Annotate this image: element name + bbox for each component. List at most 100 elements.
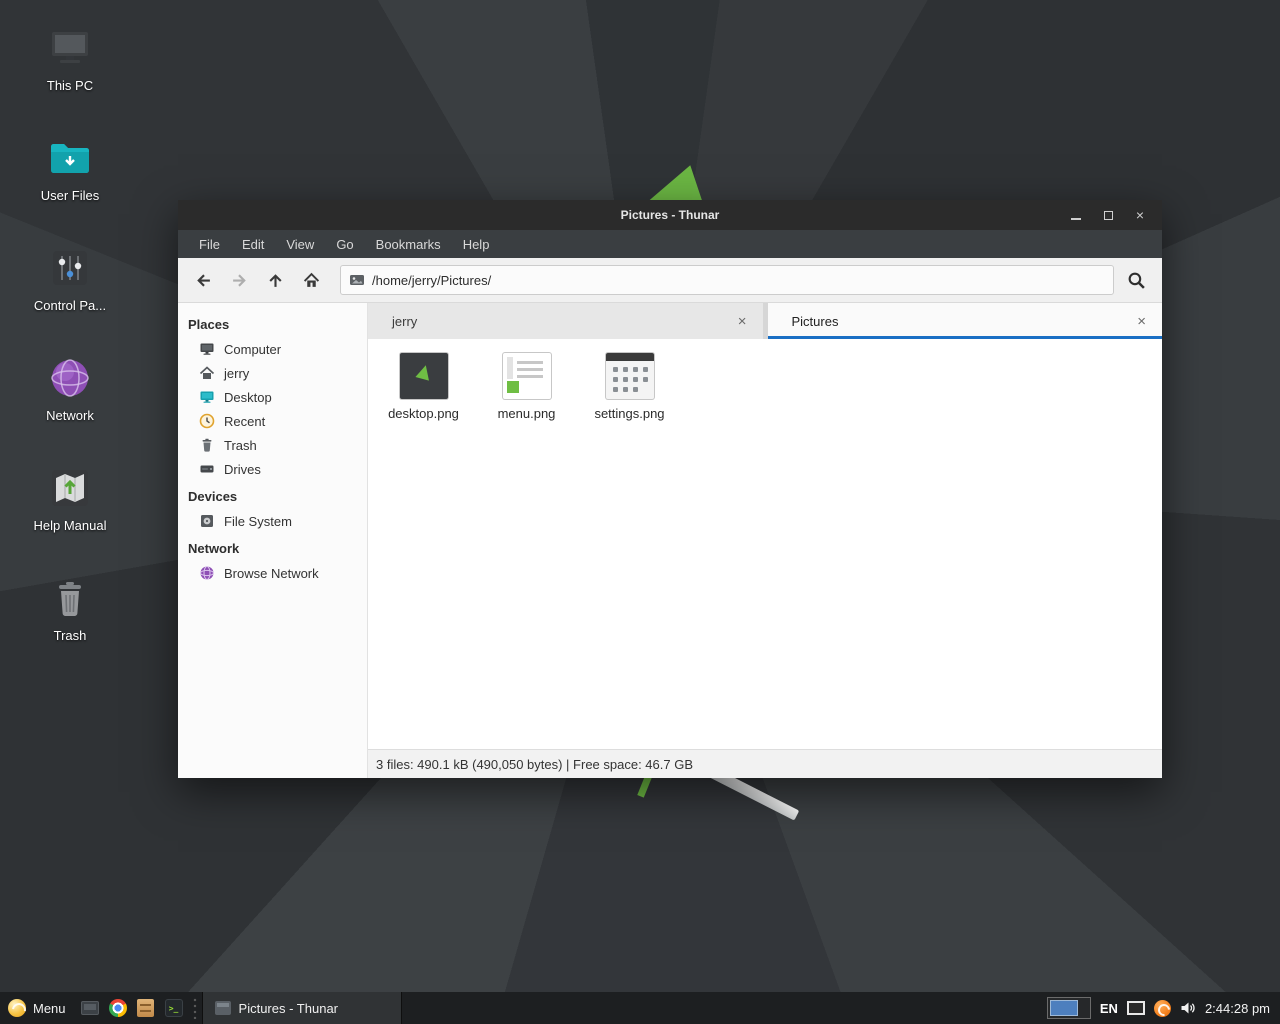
sidebar-header-places: Places bbox=[178, 309, 367, 337]
tab-pictures[interactable]: Pictures × bbox=[768, 303, 1163, 339]
terminal-icon bbox=[165, 999, 183, 1017]
sidebar-item-desktop[interactable]: Desktop bbox=[178, 385, 367, 409]
browser-launcher[interactable] bbox=[104, 992, 132, 1024]
control-panel-icon bbox=[46, 244, 94, 292]
menu-edit[interactable]: Edit bbox=[231, 230, 275, 258]
trash-icon bbox=[199, 437, 215, 453]
status-bar: 3 files: 490.1 kB (490,050 bytes) | Free… bbox=[368, 749, 1162, 778]
file-pane: jerry × Pictures × desktop.png bbox=[368, 303, 1162, 778]
desktop-icon-label: Help Manual bbox=[16, 518, 124, 533]
menu-go[interactable]: Go bbox=[325, 230, 364, 258]
window-controls: × bbox=[1060, 200, 1156, 230]
desktop-icon-control-panel[interactable]: Control Pa... bbox=[16, 244, 124, 313]
tab-bar: jerry × Pictures × bbox=[368, 303, 1162, 339]
menu-bookmarks[interactable]: Bookmarks bbox=[365, 230, 452, 258]
forward-button[interactable] bbox=[224, 265, 254, 295]
taskbar-window-button-thunar[interactable]: Pictures - Thunar bbox=[202, 992, 402, 1024]
pager-window-preview bbox=[1050, 1000, 1078, 1016]
window-title: Pictures - Thunar bbox=[621, 208, 720, 222]
minimize-button[interactable] bbox=[1060, 200, 1092, 230]
search-button[interactable] bbox=[1120, 264, 1152, 296]
sidebar-item-drives[interactable]: Drives bbox=[178, 457, 367, 481]
sidebar-header-devices: Devices bbox=[178, 481, 367, 509]
up-arrow-icon bbox=[267, 272, 284, 289]
panel-separator bbox=[191, 997, 199, 1019]
show-desktop-button[interactable] bbox=[76, 992, 104, 1024]
image-icon bbox=[349, 272, 365, 288]
menu-label: Menu bbox=[33, 1001, 66, 1016]
drive-icon bbox=[199, 461, 215, 477]
path-bar[interactable]: /home/jerry/Pictures/ bbox=[340, 265, 1114, 295]
tab-jerry[interactable]: jerry × bbox=[368, 303, 763, 339]
desktop-icon-trash[interactable]: Trash bbox=[16, 574, 124, 643]
file-menu-png[interactable]: menu.png bbox=[475, 353, 578, 421]
close-button[interactable]: × bbox=[1124, 200, 1156, 230]
desktop-icon-help-manual[interactable]: Help Manual bbox=[16, 464, 124, 533]
desktop-icon-label: This PC bbox=[16, 78, 124, 93]
thumbnail-menu-png bbox=[503, 353, 551, 399]
monitor-icon bbox=[81, 1001, 99, 1015]
home-icon bbox=[303, 272, 320, 289]
sidebar-item-home-jerry[interactable]: jerry bbox=[178, 361, 367, 385]
window-main: Places Computer jerry Desktop Recent bbox=[178, 303, 1162, 778]
sidebar-item-computer[interactable]: Computer bbox=[178, 337, 367, 361]
search-icon bbox=[1127, 271, 1146, 290]
chromium-icon bbox=[109, 999, 127, 1017]
maximize-button[interactable] bbox=[1092, 200, 1124, 230]
help-map-icon bbox=[46, 464, 94, 512]
screen: This PC User Files Control Pa... Network… bbox=[0, 0, 1280, 1024]
menubar: File Edit View Go Bookmarks Help bbox=[178, 230, 1162, 258]
desktop-icon-this-pc[interactable]: This PC bbox=[16, 24, 124, 93]
folder-icon bbox=[46, 134, 94, 182]
clock-icon bbox=[199, 413, 215, 429]
titlebar[interactable]: Pictures - Thunar × bbox=[178, 200, 1162, 230]
home-button[interactable] bbox=[296, 265, 326, 295]
tab-close-icon[interactable]: × bbox=[1133, 313, 1150, 330]
sidebar-item-recent[interactable]: Recent bbox=[178, 409, 367, 433]
forward-arrow-icon bbox=[231, 272, 248, 289]
desktop-icon-label: Trash bbox=[16, 628, 124, 643]
terminal-launcher[interactable] bbox=[160, 992, 188, 1024]
file-cabinet-icon bbox=[137, 999, 154, 1017]
workspace-pager[interactable] bbox=[1047, 997, 1091, 1019]
network-globe-icon bbox=[46, 354, 94, 402]
clock[interactable]: 2:44:28 pm bbox=[1205, 1001, 1270, 1016]
menu-help[interactable]: Help bbox=[452, 230, 501, 258]
sidebar-item-browse-network[interactable]: Browse Network bbox=[178, 561, 367, 585]
notification-tray-icon[interactable] bbox=[1154, 1000, 1171, 1017]
menu-file[interactable]: File bbox=[188, 230, 231, 258]
maximize-icon bbox=[1104, 211, 1113, 220]
up-button[interactable] bbox=[260, 265, 290, 295]
globe-icon bbox=[199, 565, 215, 581]
computer-icon bbox=[199, 341, 215, 357]
task-label: Pictures - Thunar bbox=[239, 1001, 338, 1016]
computer-icon bbox=[46, 24, 94, 72]
file-view[interactable]: desktop.png menu.png bbox=[368, 339, 1162, 749]
desktop-icon bbox=[199, 389, 215, 405]
back-button[interactable] bbox=[188, 265, 218, 295]
layout-flag-icon[interactable] bbox=[1127, 1001, 1145, 1015]
sidebar-item-file-system[interactable]: File System bbox=[178, 509, 367, 533]
desktop-icon-label: User Files bbox=[16, 188, 124, 203]
tab-close-icon[interactable]: × bbox=[734, 313, 751, 330]
file-settings-png[interactable]: settings.png bbox=[578, 353, 681, 421]
menu-view[interactable]: View bbox=[275, 230, 325, 258]
trash-icon bbox=[46, 574, 94, 622]
desktop-icon-network[interactable]: Network bbox=[16, 354, 124, 423]
sidebar-header-network: Network bbox=[178, 533, 367, 561]
status-text: 3 files: 490.1 kB (490,050 bytes) | Free… bbox=[376, 757, 693, 772]
keyboard-layout-indicator[interactable]: EN bbox=[1100, 1001, 1118, 1016]
volume-icon[interactable] bbox=[1180, 1000, 1196, 1016]
file-manager-launcher[interactable] bbox=[132, 992, 160, 1024]
minimize-icon bbox=[1071, 218, 1081, 220]
distro-logo-icon bbox=[8, 999, 26, 1017]
desktop-icon-user-files[interactable]: User Files bbox=[16, 134, 124, 203]
thumbnail-settings-png bbox=[606, 353, 654, 399]
desktop-icon-label: Network bbox=[16, 408, 124, 423]
home-icon bbox=[199, 365, 215, 381]
menu-button[interactable]: Menu bbox=[0, 992, 76, 1024]
file-desktop-png[interactable]: desktop.png bbox=[372, 353, 475, 421]
sidebar: Places Computer jerry Desktop Recent bbox=[178, 303, 368, 778]
thunar-window: Pictures - Thunar × File Edit View Go Bo… bbox=[178, 200, 1162, 778]
sidebar-item-trash[interactable]: Trash bbox=[178, 433, 367, 457]
